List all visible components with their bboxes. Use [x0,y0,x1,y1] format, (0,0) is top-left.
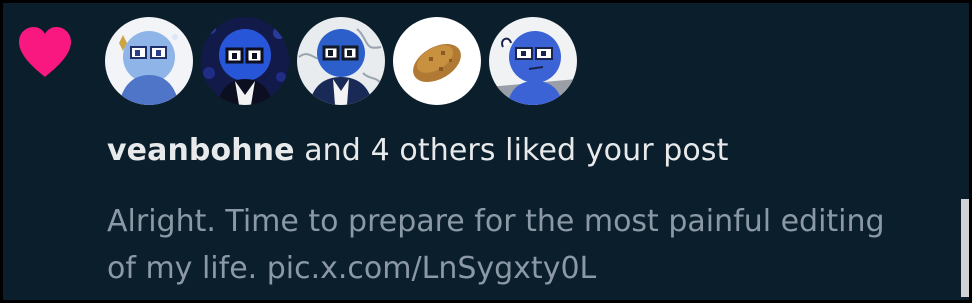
username-link[interactable]: veanbohne [107,133,295,168]
avatar[interactable] [105,17,193,105]
avatar[interactable] [201,17,289,105]
action-text: and 4 others liked your post [294,133,729,168]
post-preview[interactable]: Alright. Time to prepare for the most pa… [107,198,967,292]
avatar[interactable] [489,17,577,105]
post-preview-line-2: of my life. pic.x.com/LnSygxty0L [107,251,597,286]
scrollbar[interactable] [961,199,969,297]
notification-headline: veanbohne and 4 others liked your post [107,133,728,168]
notification-card[interactable]: veanbohne and 4 others liked your post A… [0,0,972,303]
avatar[interactable] [393,17,481,105]
heart-icon [16,25,74,79]
avatar[interactable] [297,17,385,105]
post-preview-line-1: Alright. Time to prepare for the most pa… [107,204,885,239]
